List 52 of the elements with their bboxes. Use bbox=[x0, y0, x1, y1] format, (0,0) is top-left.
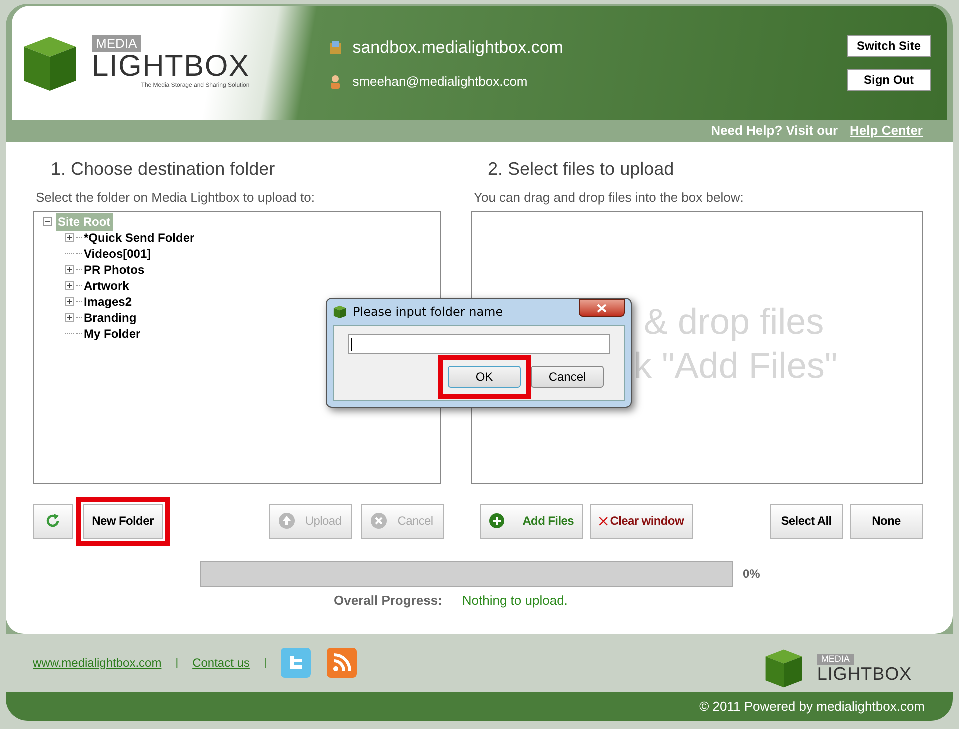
cancel-button[interactable]: Cancel bbox=[531, 366, 604, 388]
section-heading: 2. Select files to upload bbox=[487, 158, 676, 181]
expand-icon[interactable] bbox=[65, 297, 74, 306]
logo-wordmark: LIGHTBOX bbox=[817, 664, 912, 682]
tree-item[interactable]: Images2 bbox=[84, 292, 132, 310]
cube-icon bbox=[333, 305, 347, 319]
add-files-button[interactable]: Add Files bbox=[480, 504, 583, 538]
progress-status: Nothing to upload. bbox=[462, 592, 568, 610]
link-separator: | bbox=[176, 656, 179, 671]
section-hint: You can drag and drop files into the box below: bbox=[473, 189, 745, 207]
section-hint: Select the folder on Media Lightbox to upload to: bbox=[35, 189, 316, 207]
ok-button[interactable]: OK bbox=[448, 366, 521, 388]
sign-out-button[interactable]: Sign Out bbox=[847, 69, 931, 91]
user-icon bbox=[330, 74, 341, 89]
close-button[interactable] bbox=[579, 299, 625, 317]
select-all-button[interactable]: Select All bbox=[770, 504, 843, 538]
refresh-button[interactable] bbox=[33, 504, 73, 538]
copyright-text: © 2011 Powered by medialightbox.com bbox=[700, 698, 925, 716]
upload-icon bbox=[278, 512, 296, 530]
progress-label: Overall Progress: bbox=[334, 592, 442, 610]
new-folder-button[interactable]: New Folder bbox=[83, 504, 163, 538]
switch-site-button[interactable]: Switch Site bbox=[847, 35, 931, 57]
refresh-icon bbox=[45, 513, 61, 529]
expand-icon[interactable] bbox=[65, 233, 74, 242]
tree-item[interactable]: Videos[001] bbox=[84, 244, 152, 262]
expand-icon[interactable] bbox=[65, 281, 74, 290]
site-icon bbox=[330, 40, 341, 54]
tree-item[interactable]: PR Photos bbox=[84, 260, 145, 278]
logo-badge: MEDIA bbox=[92, 35, 142, 52]
help-text: Need Help? Visit our bbox=[711, 122, 838, 140]
expand-icon[interactable] bbox=[65, 265, 74, 274]
close-icon bbox=[597, 304, 607, 312]
logo-wordmark: LIGHTBOX bbox=[92, 52, 250, 82]
user-email: smeehan@medialightbox.com bbox=[352, 73, 528, 91]
cancel-icon bbox=[370, 512, 388, 530]
tree-item[interactable]: Branding bbox=[84, 308, 137, 326]
progress-percent: 0% bbox=[743, 566, 760, 582]
tree-item[interactable]: Artwork bbox=[84, 276, 130, 294]
site-name: sandbox.medialightbox.com bbox=[352, 36, 564, 58]
plus-icon bbox=[489, 513, 505, 529]
link-separator: | bbox=[264, 656, 267, 671]
logo-badge: MEDIA bbox=[817, 654, 854, 664]
expand-icon[interactable] bbox=[65, 313, 74, 322]
collapse-icon[interactable] bbox=[43, 217, 52, 226]
tree-item[interactable]: *Quick Send Folder bbox=[84, 228, 195, 246]
x-icon bbox=[599, 514, 608, 528]
none-button[interactable]: None bbox=[850, 504, 923, 538]
rss-icon[interactable] bbox=[326, 648, 357, 678]
folder-name-field[interactable] bbox=[348, 334, 610, 354]
section-heading: 1. Choose destination folder bbox=[50, 158, 276, 181]
tree-item[interactable]: My Folder bbox=[84, 324, 141, 342]
clear-window-button[interactable]: Clear window bbox=[590, 504, 693, 538]
